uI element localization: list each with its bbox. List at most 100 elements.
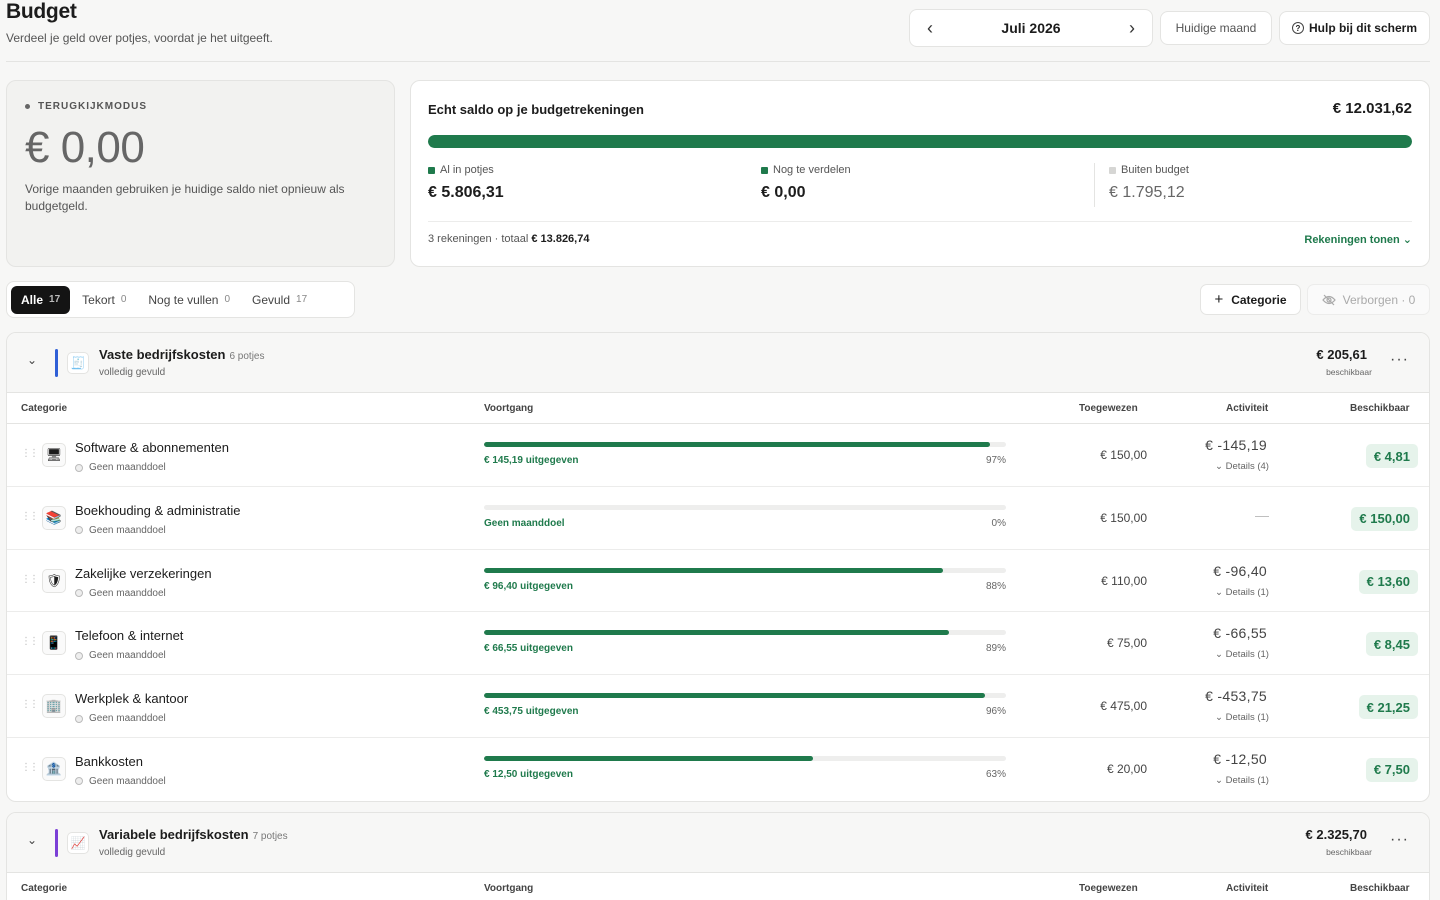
goal-label: Geen maanddoel bbox=[89, 775, 166, 787]
progress-percent: 63% bbox=[985, 768, 1006, 780]
tab-shortage[interactable]: Tekort 0 bbox=[72, 286, 136, 314]
category-name[interactable]: Zakelijke verzekeringen bbox=[75, 566, 212, 581]
assigned-amount[interactable]: € 75,00 bbox=[1107, 636, 1147, 650]
month-navigator: ‹ Juli 2026 › bbox=[909, 9, 1153, 47]
available-badge[interactable]: € 8,45 bbox=[1365, 632, 1418, 657]
details-toggle[interactable]: ⌄ Details (1) bbox=[1207, 587, 1277, 598]
plus-icon: + bbox=[1214, 291, 1224, 308]
col-available: Beschikbaar bbox=[1350, 403, 1410, 414]
available-badge[interactable]: € 4,81 bbox=[1365, 444, 1418, 468]
progress-bar bbox=[484, 630, 1006, 636]
stat-to-distribute: Nog te verdelen € 0,00 bbox=[761, 164, 851, 202]
goal-icon bbox=[75, 463, 83, 472]
available-badge[interactable]: € 150,00 bbox=[1351, 506, 1418, 531]
category-name[interactable]: Boekhouding & administratie bbox=[75, 503, 241, 518]
stat-outside-budget: Buiten budget € 1.795,12 bbox=[1109, 164, 1189, 202]
month-label: Juli 2026 bbox=[1001, 20, 1061, 36]
receipt-icon: 🧾 bbox=[67, 352, 89, 374]
chevron-down-icon[interactable]: ⌄ bbox=[27, 353, 37, 367]
group-name[interactable]: Variabele bedrijfskosten 7 potjes bbox=[99, 827, 288, 842]
stat-value: € 5.806,31 bbox=[428, 184, 504, 201]
drag-handle-icon[interactable]: ⋮⋮ bbox=[21, 699, 39, 710]
available-badge[interactable]: € 21,25 bbox=[1358, 695, 1418, 720]
progress-bar bbox=[484, 504, 1006, 510]
table-row[interactable]: ⋮⋮ 📚 Boekhouding & administratie Geen ma… bbox=[7, 487, 1429, 550]
goal-icon bbox=[75, 526, 83, 535]
chevron-right-icon[interactable]: › bbox=[1124, 18, 1140, 39]
drag-handle-icon[interactable]: ⋮⋮ bbox=[21, 448, 39, 459]
progress-fill bbox=[484, 442, 991, 447]
progress-percent: 0% bbox=[991, 517, 1006, 529]
progress-text: € 453,75 uitgegeven bbox=[484, 706, 579, 718]
show-accounts-toggle[interactable]: Rekeningen tonen ⌄ bbox=[1304, 233, 1412, 246]
table-row[interactable]: ⋮⋮ 🏢 Werkplek & kantoor Geen maanddoel €… bbox=[7, 675, 1429, 738]
available-badge[interactable]: € 13,60 bbox=[1358, 569, 1418, 594]
category-group: ⌄ 📈 Variabele bedrijfskosten 7 potjes vol… bbox=[6, 812, 1430, 900]
table-row[interactable]: ⋮⋮ 📱 Telefoon & internet Geen maanddoel … bbox=[7, 612, 1429, 676]
review-mode-label: TERUGKIJKMODUS bbox=[25, 101, 147, 112]
progress-percent: 97% bbox=[985, 455, 1006, 466]
col-available: Beschikbaar bbox=[1350, 883, 1410, 894]
tab-all[interactable]: Alle 17 bbox=[11, 285, 71, 314]
group-amount: € 205,61 bbox=[1316, 347, 1367, 362]
add-category-button[interactable]: + Categorie bbox=[1200, 284, 1301, 315]
drag-handle-icon[interactable]: ⋮⋮ bbox=[21, 762, 39, 773]
category-name[interactable]: Werkplek & kantoor bbox=[75, 691, 188, 706]
tab-to-fill[interactable]: Nog te vullen 0 bbox=[138, 286, 240, 314]
progress-text: € 12,50 uitgegeven bbox=[484, 768, 573, 780]
assigned-amount[interactable]: € 475,00 bbox=[1100, 699, 1147, 713]
status-dot-icon bbox=[25, 104, 30, 109]
progress-text: € 145,19 uitgegeven bbox=[484, 455, 579, 466]
progress-text: € 66,55 uitgegeven bbox=[484, 643, 573, 655]
assigned-amount[interactable]: € 20,00 bbox=[1107, 762, 1147, 776]
details-toggle[interactable]: ⌄ Details (4) bbox=[1207, 461, 1277, 472]
hidden-categories-button[interactable]: Verborgen · 0 bbox=[1307, 284, 1430, 315]
assigned-amount[interactable]: € 150,00 bbox=[1100, 511, 1147, 525]
assigned-amount[interactable]: € 110,00 bbox=[1101, 574, 1147, 588]
tab-count: 0 bbox=[224, 294, 230, 305]
table-row[interactable]: ⋮⋮ 🖥 Software & abonnementen Geen maandd… bbox=[7, 424, 1429, 487]
table-row[interactable]: ⋮⋮ 🏦 Bankkosten Geen maanddoel € 12,50 u… bbox=[7, 738, 1429, 801]
group-name[interactable]: Vaste bedrijfskosten 6 potjes bbox=[99, 347, 264, 362]
column-headers: Categorie Voortgang Toegewezen Activitei… bbox=[7, 393, 1429, 424]
details-toggle[interactable]: ⌄ Details (1) bbox=[1207, 712, 1277, 723]
drag-handle-icon[interactable]: ⋮⋮ bbox=[21, 574, 39, 585]
available-badge[interactable]: € 7,50 bbox=[1365, 757, 1418, 782]
tab-count: 17 bbox=[49, 294, 61, 305]
more-options-icon[interactable]: ··· bbox=[1390, 351, 1409, 369]
more-options-icon[interactable]: ··· bbox=[1390, 831, 1409, 849]
details-toggle[interactable]: ⌄ Details (1) bbox=[1207, 649, 1277, 660]
table-row[interactable]: ⋮⋮ 🛡 Zakelijke verzekeringen Geen maandd… bbox=[7, 550, 1429, 613]
category-goal: Geen maanddoel bbox=[75, 713, 166, 724]
category-name[interactable]: Telefoon & internet bbox=[75, 628, 183, 643]
progress-bar bbox=[484, 693, 1006, 699]
shield-icon: 🛡 bbox=[42, 568, 66, 593]
activity-amount: € -12,50 bbox=[1213, 750, 1267, 767]
category-name[interactable]: Bankkosten bbox=[75, 754, 143, 769]
group-count: 6 potjes bbox=[229, 351, 265, 362]
current-month-button[interactable]: Huidige maand bbox=[1160, 11, 1272, 45]
chevron-down-icon[interactable]: ⌄ bbox=[27, 833, 37, 847]
progress-text: € 96,40 uitgegeven bbox=[484, 580, 573, 592]
saldo-progress-fill bbox=[428, 135, 1412, 148]
group-status: volledig gevuld bbox=[99, 367, 166, 378]
drag-handle-icon[interactable]: ⋮⋮ bbox=[21, 511, 39, 522]
drag-handle-icon[interactable]: ⋮⋮ bbox=[21, 636, 39, 647]
tab-label: Nog te vullen bbox=[148, 292, 219, 307]
col-activity: Activiteit bbox=[1226, 883, 1269, 894]
category-goal: Geen maanddoel bbox=[75, 588, 166, 599]
stat-in-pots: Al in potjes € 5.806,31 bbox=[428, 164, 504, 202]
review-mode-text: TERUGKIJKMODUS bbox=[38, 101, 148, 112]
assigned-amount[interactable]: € 150,00 bbox=[1100, 448, 1147, 462]
category-name[interactable]: Software & abonnementen bbox=[75, 440, 229, 455]
accounts-total: € 13.826,74 bbox=[531, 233, 590, 245]
group-amount-label: beschikbaar bbox=[1326, 367, 1372, 377]
phone-icon: 📱 bbox=[42, 631, 66, 656]
page-title: Budget bbox=[6, 0, 77, 23]
col-progress: Voortgang bbox=[484, 883, 534, 894]
chevron-left-icon[interactable]: ‹ bbox=[922, 18, 938, 39]
tab-filled[interactable]: Gevuld 17 bbox=[242, 286, 317, 314]
help-button[interactable]: ? Hulp bij dit scherm bbox=[1279, 11, 1430, 45]
details-toggle[interactable]: ⌄ Details (1) bbox=[1207, 775, 1277, 786]
progress-fill bbox=[484, 693, 986, 699]
